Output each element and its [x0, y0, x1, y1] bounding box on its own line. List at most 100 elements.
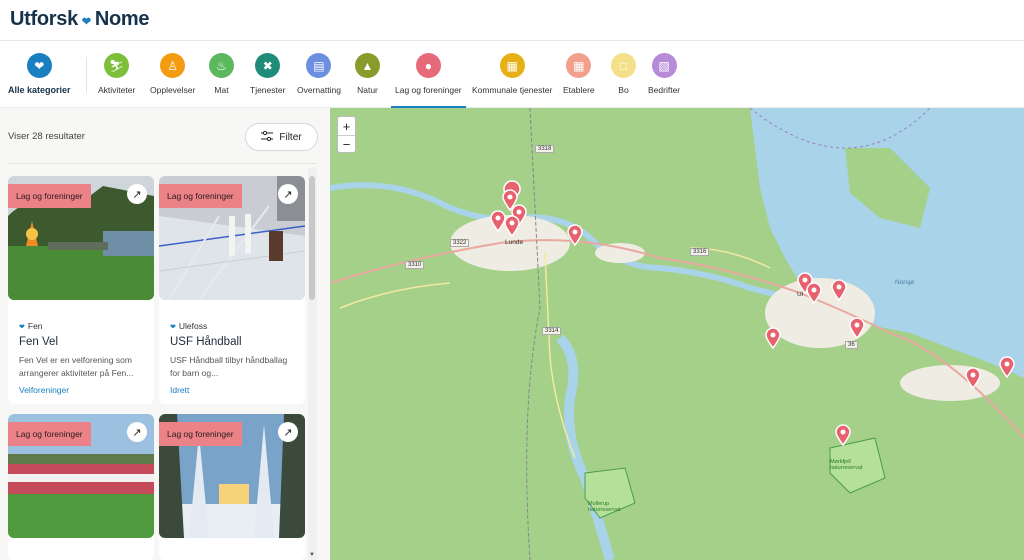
category-tag: Lag og foreninger — [159, 184, 242, 208]
building-icon: ▦ — [499, 53, 525, 78]
category-divider — [86, 57, 87, 93]
map-label-naturreservat: Mørkfjell naturreservat — [830, 459, 863, 471]
map-label-naturreservat: Mollerup naturreservat — [588, 501, 621, 513]
category-lag-og-foreninger[interactable]: ● Lag og foreninger — [391, 53, 466, 109]
category-label: Tjenester — [250, 85, 286, 95]
map-pin[interactable] — [765, 327, 781, 354]
card-location: ❤ Fen — [19, 321, 43, 331]
card-location-text: Fen — [27, 321, 43, 331]
bed-icon: ▤ — [306, 53, 332, 78]
results-pane: Viser 28 resultater Filter Lag og foreni… — [0, 108, 330, 560]
logo-text-nome: Nome — [94, 8, 150, 30]
category-label: Etablere — [563, 85, 595, 95]
card-category-link[interactable]: Velforeninger — [19, 385, 69, 395]
category-label: Lag og foreninger — [395, 85, 462, 95]
category-label: Aktiviteter — [98, 85, 136, 95]
map-pin[interactable] — [806, 282, 822, 309]
road-number: 3322 — [450, 239, 470, 247]
sliders-icon — [261, 130, 274, 144]
category-tag: Lag og foreninger — [159, 422, 242, 446]
store-icon: ▦ — [566, 53, 592, 78]
category-label: Natur — [357, 85, 378, 95]
divider — [8, 163, 316, 164]
map-pin[interactable] — [965, 367, 981, 394]
result-card[interactable]: Lag og foreninger ↗ — [159, 414, 305, 560]
heart-icon: ❤ — [26, 53, 52, 78]
category-label: Overnatting — [297, 85, 341, 95]
category-mat[interactable]: ♨ Mat — [209, 53, 234, 95]
category-all[interactable]: ❤ Alle kategorier — [8, 53, 71, 95]
category-tjenester[interactable]: ✖ Tjenester — [250, 53, 285, 95]
category-bo[interactable]: □ Bo — [611, 53, 636, 95]
card-title: Fen Vel — [19, 336, 58, 348]
tools-icon: ✖ — [255, 53, 281, 78]
filter-button[interactable]: Filter — [245, 123, 318, 151]
results-scrollbar[interactable]: ▼ — [308, 168, 317, 560]
category-overnatting[interactable]: ▤ Overnatting — [297, 53, 341, 95]
category-label: Bedrifter — [648, 85, 681, 95]
card-image: Lag og foreninger ↗ — [159, 414, 305, 538]
open-arrow-icon[interactable]: ↗ — [127, 184, 147, 204]
map-canvas — [330, 108, 1024, 560]
map-label-norsjo: Norsjø — [895, 279, 915, 286]
heart-icon: ❤ — [19, 324, 25, 331]
heart-icon: ❤ — [170, 324, 176, 331]
category-label: Bo — [618, 85, 629, 95]
category-aktiviteter[interactable]: ⛷ Aktiviteter — [98, 53, 135, 95]
factory-icon: ▧ — [651, 53, 677, 78]
card-description: Fen Vel er en velforening som arrangerer… — [19, 355, 134, 378]
road-number: 3316 — [690, 248, 710, 256]
card-description: USF Håndball tilbyr håndballag for barn … — [170, 355, 288, 378]
map-view[interactable]: Lunde Ul Norsjø Mørkfjell naturreservat … — [330, 108, 1024, 560]
results-count: Viser 28 resultater — [8, 131, 85, 142]
open-arrow-icon[interactable]: ↗ — [278, 184, 298, 204]
zoom-control: + − — [337, 116, 356, 153]
tree-icon: ▲ — [355, 53, 380, 78]
category-opplevelser[interactable]: ♙ Opplevelser — [150, 53, 195, 95]
category-tag: Lag og foreninger — [8, 422, 91, 446]
result-card[interactable]: Lag og foreninger ↗ ❤ Fen Fen Vel Fen Vel… — [8, 176, 154, 404]
filter-label: Filter — [279, 131, 302, 143]
category-label: Mat — [214, 85, 229, 95]
road-number: 3318 — [535, 145, 555, 153]
card-image: Lag og foreninger ↗ — [8, 176, 154, 300]
road-number: 3314 — [542, 327, 562, 335]
map-pin[interactable] — [999, 356, 1015, 383]
card-category-link[interactable]: Idrett — [170, 385, 189, 395]
zoom-out-button[interactable]: − — [338, 135, 355, 153]
zoom-in-button[interactable]: + — [338, 117, 355, 135]
food-icon: ♨ — [209, 53, 234, 78]
open-arrow-icon[interactable]: ↗ — [127, 422, 147, 442]
map-pin[interactable] — [849, 317, 865, 344]
card-image: Lag og foreninger ↗ — [8, 414, 154, 538]
home-icon: □ — [611, 53, 636, 78]
road-number: 3310 — [405, 261, 425, 269]
category-tag: Lag og foreninger — [8, 184, 91, 208]
card-image: Lag og foreninger ↗ — [159, 176, 305, 300]
map-pin[interactable] — [831, 279, 847, 306]
activity-icon: ⛷ — [104, 53, 130, 78]
result-card[interactable]: Lag og foreninger ↗ — [8, 414, 154, 560]
map-pin[interactable] — [567, 224, 583, 251]
map-pin[interactable] — [835, 424, 851, 451]
card-location: ❤ Ulefoss — [170, 321, 207, 331]
category-natur[interactable]: ▲ Natur — [355, 53, 380, 95]
site-logo[interactable]: Utforsk ❤ Nome — [10, 8, 150, 31]
card-location-text: Ulefoss — [178, 321, 208, 331]
category-bedrifter[interactable]: ▧ Bedrifter — [648, 53, 680, 95]
scroll-down-icon[interactable]: ▼ — [309, 552, 315, 558]
group-icon: ● — [415, 53, 441, 78]
hiker-icon: ♙ — [160, 53, 186, 78]
map-pin[interactable] — [504, 215, 520, 242]
category-kommunale-tjenester[interactable]: ▦ Kommunale tjenester — [472, 53, 552, 95]
category-label: Opplevelser — [150, 85, 196, 95]
heart-icon: ❤ — [81, 15, 91, 28]
card-title: USF Håndball — [170, 336, 242, 348]
category-etablere[interactable]: ▦ Etablere — [563, 53, 595, 95]
top-header: Utforsk ❤ Nome — [0, 0, 1024, 41]
scrollbar-thumb[interactable] — [309, 176, 315, 300]
logo-text-utforsk: Utforsk — [10, 8, 78, 30]
open-arrow-icon[interactable]: ↗ — [278, 422, 298, 442]
result-card[interactable]: Lag og foreninger ↗ ❤ Ulefoss USF Håndbal… — [159, 176, 305, 404]
category-label: Kommunale tjenester — [472, 85, 553, 95]
